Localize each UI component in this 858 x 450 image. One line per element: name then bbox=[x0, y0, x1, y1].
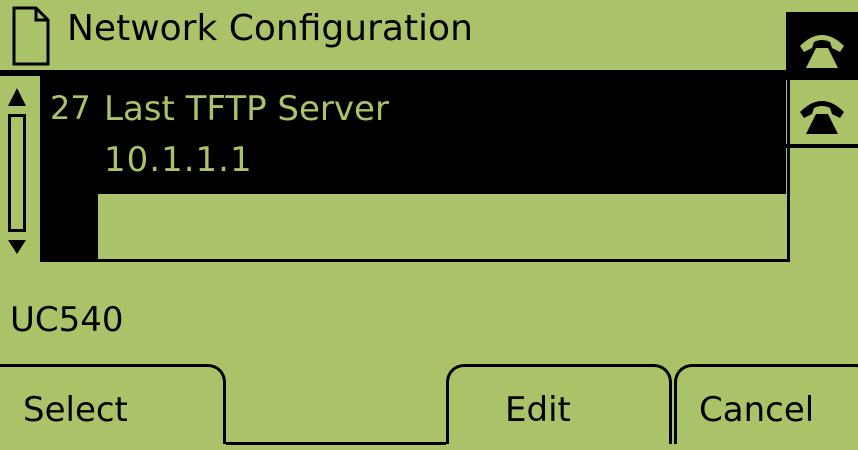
phone-handset-icon bbox=[800, 101, 844, 134]
triangle-down-icon[interactable] bbox=[6, 238, 28, 256]
cancel-softkey-label: Cancel bbox=[699, 390, 815, 430]
triangle-up-icon[interactable] bbox=[6, 86, 28, 108]
title-bar: Network Configuration bbox=[0, 0, 786, 66]
page-title: Network Configuration bbox=[67, 8, 473, 49]
item-label: Last TFTP Server bbox=[104, 89, 389, 129]
edit-softkey-label: Edit bbox=[505, 390, 571, 430]
item-value: 10.1.1.1 bbox=[104, 140, 253, 180]
edit-softkey[interactable]: Edit bbox=[446, 364, 672, 444]
document-icon bbox=[12, 6, 50, 66]
item-index: 27 bbox=[50, 89, 91, 127]
scroll-thumb[interactable] bbox=[8, 114, 26, 232]
line-button-2[interactable] bbox=[786, 84, 858, 144]
select-softkey-label: Select bbox=[23, 390, 128, 430]
select-softkey[interactable]: Select bbox=[0, 364, 226, 444]
phone-handset-icon bbox=[800, 35, 844, 68]
scrollbar[interactable] bbox=[0, 80, 40, 256]
line-divider bbox=[786, 144, 858, 148]
line-button-1[interactable] bbox=[786, 12, 858, 80]
cancel-softkey[interactable]: Cancel bbox=[674, 364, 858, 444]
status-text: UC540 bbox=[10, 300, 124, 340]
softkey-baseline bbox=[226, 442, 446, 445]
